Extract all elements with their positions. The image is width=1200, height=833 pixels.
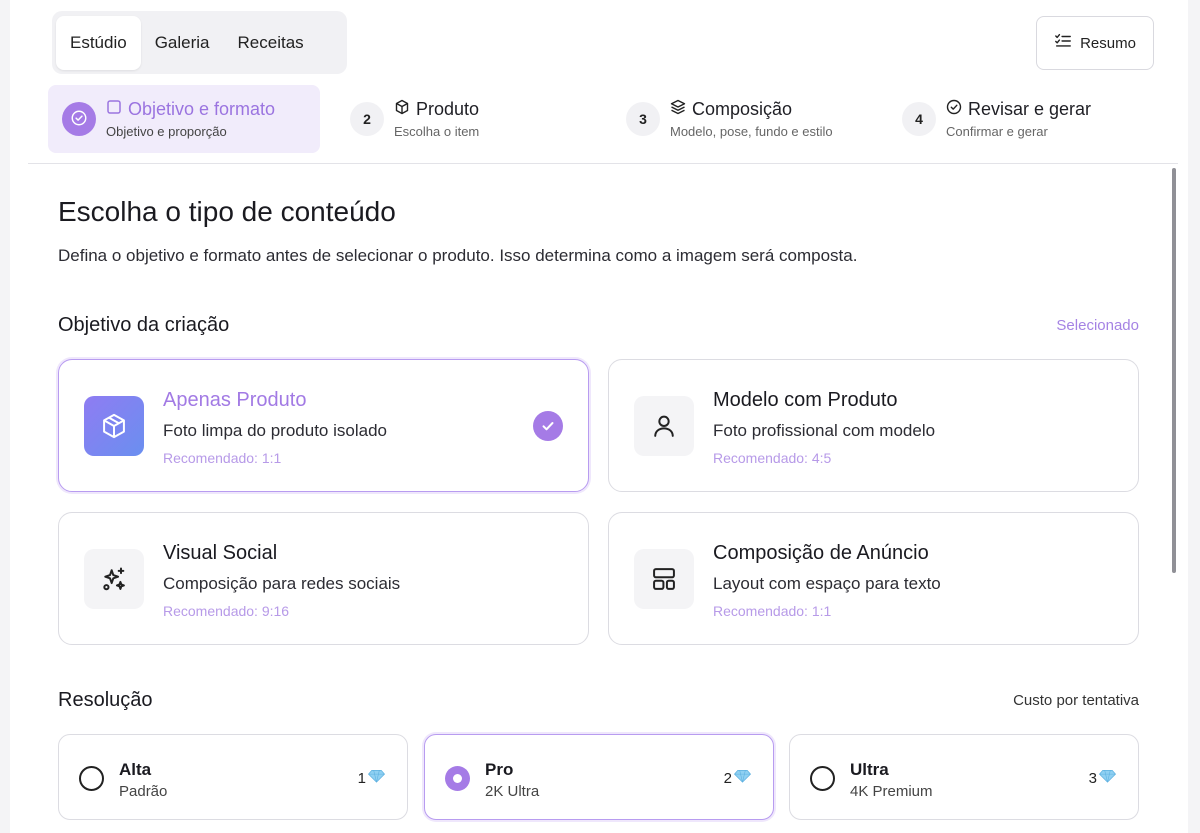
cost-value: 3 [1088, 769, 1097, 787]
step-objetivo[interactable]: Objetivo e formato Objetivo e proporção [48, 85, 320, 153]
check-circle-icon [946, 99, 962, 120]
selection-status: Selecionado [1056, 317, 1139, 334]
resolution-cost: 3 [1089, 769, 1116, 787]
radio-button[interactable] [79, 766, 104, 791]
step-produto[interactable]: 2 Produto Escolha o item [350, 85, 479, 153]
resolution-cost: 2 [724, 769, 751, 787]
check-circle-icon [70, 109, 88, 130]
step-number: 2 [350, 102, 384, 136]
step-title: Produto [416, 99, 480, 119]
sparkles-icon [84, 549, 144, 609]
resolution-subtitle: 2K Ultra [485, 783, 540, 800]
radio-button[interactable] [810, 766, 835, 791]
tab-estudio[interactable]: Estúdio [56, 15, 141, 70]
resolution-name: Ultra [850, 760, 889, 779]
objective-card-modelo-com-produto[interactable]: Modelo com Produto Foto profissional com… [608, 359, 1139, 492]
objective-card-visual-social[interactable]: Visual Social Composição para redes soci… [58, 512, 589, 645]
resolution-subtitle: 4K Premium [850, 783, 933, 800]
step-subtitle: Confirmar e gerar [946, 124, 1048, 139]
page-title: Escolha o tipo de conteúdo [58, 196, 396, 227]
card-title: Apenas Produto [163, 389, 307, 411]
tab-galeria[interactable]: Galeria [141, 16, 224, 70]
card-title: Composição de Anúncio [713, 542, 929, 564]
box-icon [394, 99, 410, 120]
step-number: 3 [626, 102, 660, 136]
card-description: Composição para redes sociais [163, 574, 401, 593]
tab-receitas[interactable]: Receitas [224, 16, 318, 70]
app-window: Estúdio Galeria Receitas Resumo Objetivo… [10, 0, 1188, 833]
person-icon [634, 396, 694, 456]
step-title: Objetivo e formato [128, 99, 276, 119]
box-icon [84, 396, 144, 456]
header-divider [28, 163, 1178, 164]
gem-icon [1099, 769, 1116, 787]
section-title-resolucao: Resolução [58, 689, 153, 711]
objective-card-composicao-anuncio[interactable]: Composição de Anúncio Layout com espaço … [608, 512, 1139, 645]
card-description: Layout com espaço para texto [713, 574, 941, 593]
card-title: Modelo com Produto [713, 389, 898, 411]
step-subtitle: Escolha o item [394, 124, 480, 139]
card-recommendation: Recomendado: 9:16 [163, 603, 290, 619]
objective-card-apenas-produto[interactable]: Apenas Produto Foto limpa do produto iso… [58, 359, 589, 492]
step-number: 4 [902, 102, 936, 136]
card-recommendation: Recomendado: 4:5 [713, 450, 832, 466]
layers-icon [670, 99, 686, 120]
resolution-option-pro[interactable]: Pro 2K Ultra 2 [424, 734, 774, 820]
cost-value: 2 [723, 769, 732, 787]
card-description: Foto limpa do produto isolado [163, 421, 387, 440]
step-revisar[interactable]: 4 Revisar e gerar Confirmar e gerar [902, 85, 1091, 153]
resolution-subtitle: Padrão [119, 783, 168, 800]
gem-icon [368, 769, 385, 787]
square-icon [106, 99, 122, 120]
checklist-icon [1054, 32, 1072, 54]
scrollbar-thumb[interactable] [1172, 168, 1176, 573]
resolution-option-ultra[interactable]: Ultra 4K Premium 3 [789, 734, 1139, 820]
step-composicao[interactable]: 3 Composição Modelo, pose, fundo e estil… [626, 85, 833, 153]
section-title-objetivo: Objetivo da criação [58, 314, 230, 336]
progress-stepper: Objetivo e formato Objetivo e proporção … [48, 85, 1168, 155]
summary-button[interactable]: Resumo [1036, 16, 1154, 70]
cost-note: Custo por tentativa [1013, 692, 1139, 709]
step-current-indicator [62, 102, 96, 136]
radio-button[interactable] [445, 766, 470, 791]
resolution-name: Alta [119, 760, 152, 779]
card-title: Visual Social [163, 542, 278, 564]
resolution-option-alta[interactable]: Alta Padrão 1 [58, 734, 408, 820]
card-recommendation: Recomendado: 1:1 [713, 603, 832, 619]
summary-button-label: Resumo [1080, 34, 1136, 52]
resolution-name: Pro [485, 760, 514, 779]
card-description: Foto profissional com modelo [713, 421, 936, 440]
resolution-cost: 1 [358, 769, 385, 787]
selected-check-icon [533, 411, 563, 441]
step-title: Composição [692, 99, 793, 119]
step-subtitle: Objetivo e proporção [106, 124, 227, 139]
step-title: Revisar e gerar [968, 99, 1092, 119]
layout-icon [634, 549, 694, 609]
page-description: Defina o objetivo e formato antes de sel… [58, 246, 858, 265]
main-tabs: Estúdio Galeria Receitas [52, 11, 347, 74]
cost-value: 1 [357, 769, 366, 787]
step-subtitle: Modelo, pose, fundo e estilo [670, 124, 833, 139]
card-recommendation: Recomendado: 1:1 [163, 450, 282, 466]
gem-icon [734, 769, 751, 787]
